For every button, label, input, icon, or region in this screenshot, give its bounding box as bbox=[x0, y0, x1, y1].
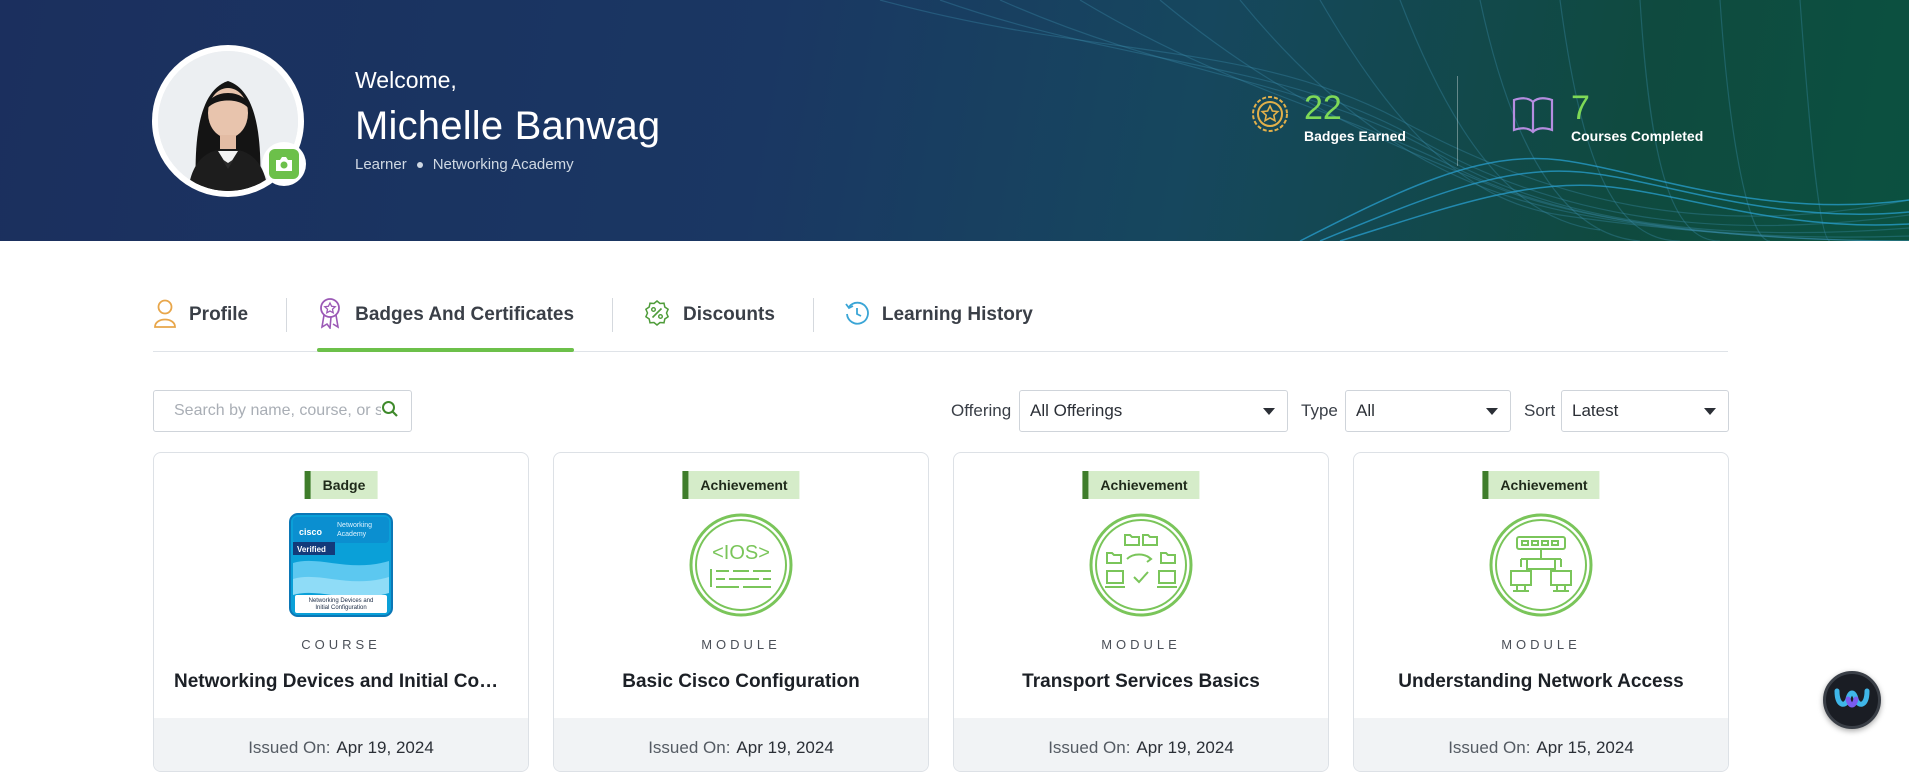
svg-text:Verified: Verified bbox=[297, 545, 326, 554]
issued-on-label: Issued On: bbox=[1448, 738, 1531, 757]
tab-divider bbox=[286, 298, 288, 332]
courses-completed-count: 7 bbox=[1571, 89, 1590, 127]
sort-value: Latest bbox=[1572, 401, 1619, 420]
webex-assistant-icon bbox=[1834, 685, 1870, 716]
user-org: Networking Academy bbox=[432, 156, 574, 173]
webex-assistant-button[interactable] bbox=[1823, 671, 1881, 729]
tab-badges-label: Badges And Certificates bbox=[355, 304, 575, 325]
user-name: Michelle Banwag bbox=[355, 104, 661, 148]
camera-icon bbox=[269, 149, 299, 179]
credential-tag: Achievement bbox=[1482, 471, 1600, 499]
course-badge-image: cisco Networking Academy Verified Networ… bbox=[289, 513, 393, 617]
issued-on: Issued On: Apr 15, 2024 bbox=[1354, 718, 1728, 771]
profile-tabs: Profile Badges And Certificates Discount… bbox=[153, 296, 1728, 352]
tab-badges-and-certificates[interactable]: Badges And Certificates bbox=[317, 296, 575, 352]
svg-text:Academy: Academy bbox=[337, 531, 367, 538]
badges-earned-count: 22 bbox=[1304, 89, 1342, 127]
user-role: Learner bbox=[355, 156, 407, 173]
issued-on-label: Issued On: bbox=[248, 738, 331, 757]
credential-type: MODULE bbox=[1101, 637, 1181, 652]
transport-icon bbox=[1089, 513, 1193, 617]
credential-card[interactable]: Badge cisco Networking Academy Verified … bbox=[153, 452, 529, 772]
tab-discounts[interactable]: Discounts bbox=[643, 296, 775, 334]
credential-card[interactable]: Achievement <IOS> MODULE Basic Cisco Con… bbox=[553, 452, 929, 772]
stat-badges-earned: 22 Badges Earned bbox=[1250, 90, 1406, 144]
ribbon-icon bbox=[317, 297, 343, 334]
svg-text:Networking: Networking bbox=[337, 522, 372, 529]
credential-type: MODULE bbox=[701, 637, 781, 652]
change-photo-button[interactable] bbox=[262, 142, 306, 186]
issued-on-date: Apr 15, 2024 bbox=[1536, 738, 1634, 757]
type-label: Type bbox=[1301, 401, 1338, 420]
svg-text:Networking Devices and: Networking Devices and bbox=[309, 598, 374, 604]
stat-courses-completed: 7 Courses Completed bbox=[1511, 90, 1703, 144]
tab-discounts-label: Discounts bbox=[683, 304, 775, 325]
award-icon bbox=[1250, 94, 1290, 139]
chevron-down-icon bbox=[1263, 407, 1275, 415]
badges-earned-label: Badges Earned bbox=[1304, 128, 1406, 144]
issued-on: Issued On: Apr 19, 2024 bbox=[154, 718, 528, 771]
discount-icon bbox=[643, 299, 671, 332]
user-meta: Learner Networking Academy bbox=[355, 156, 574, 173]
credential-card[interactable]: Achievement MODULE Transport Services Ba… bbox=[953, 452, 1329, 772]
credential-type: COURSE bbox=[301, 637, 381, 652]
sort-select[interactable]: Latest bbox=[1561, 390, 1729, 432]
credential-title: Networking Devices and Initial Configura… bbox=[174, 671, 528, 692]
tab-learning-history[interactable]: Learning History bbox=[844, 296, 1033, 334]
chevron-down-icon bbox=[1704, 407, 1716, 415]
issued-on-date: Apr 19, 2024 bbox=[336, 738, 434, 757]
credential-title: Basic Cisco Configuration bbox=[622, 671, 860, 692]
book-icon bbox=[1511, 94, 1555, 139]
network-access-icon bbox=[1489, 513, 1593, 617]
issued-on-label: Issued On: bbox=[1048, 738, 1131, 757]
credential-tag: Achievement bbox=[1082, 471, 1200, 499]
issued-on-label: Issued On: bbox=[648, 738, 731, 757]
separator-dot bbox=[416, 161, 423, 168]
sort-label: Sort bbox=[1524, 401, 1556, 420]
history-icon bbox=[844, 300, 870, 331]
issued-on-date: Apr 19, 2024 bbox=[1136, 738, 1234, 757]
ios-icon: <IOS> bbox=[689, 513, 793, 617]
stat-divider bbox=[1457, 76, 1458, 166]
offering-value: All Offerings bbox=[1030, 401, 1123, 420]
svg-text:Initial Configuration: Initial Configuration bbox=[315, 605, 366, 611]
type-select[interactable]: All bbox=[1345, 390, 1511, 432]
search-input[interactable] bbox=[174, 402, 381, 420]
chevron-down-icon bbox=[1486, 407, 1498, 415]
svg-text:<IOS>: <IOS> bbox=[712, 542, 770, 564]
svg-text:cisco: cisco bbox=[299, 527, 323, 537]
issued-on: Issued On: Apr 19, 2024 bbox=[554, 718, 928, 771]
person-icon bbox=[153, 298, 177, 333]
issued-on: Issued On: Apr 19, 2024 bbox=[954, 718, 1328, 771]
search-icon[interactable] bbox=[381, 400, 399, 423]
credential-title: Understanding Network Access bbox=[1398, 671, 1684, 692]
tab-divider bbox=[812, 298, 814, 332]
type-value: All bbox=[1356, 401, 1375, 420]
offering-select[interactable]: All Offerings bbox=[1019, 390, 1288, 432]
tab-profile[interactable]: Profile bbox=[153, 296, 248, 334]
credential-tag: Achievement bbox=[682, 471, 800, 499]
offering-label: Offering bbox=[951, 401, 1012, 420]
credential-type: MODULE bbox=[1501, 637, 1581, 652]
tab-divider bbox=[612, 298, 614, 332]
credential-title: Transport Services Basics bbox=[1022, 671, 1260, 692]
search-box[interactable] bbox=[153, 390, 412, 432]
issued-on-date: Apr 19, 2024 bbox=[736, 738, 834, 757]
welcome-text: Welcome, bbox=[355, 67, 457, 93]
tab-profile-label: Profile bbox=[189, 304, 249, 325]
credential-tag: Badge bbox=[304, 471, 378, 499]
courses-completed-label: Courses Completed bbox=[1571, 128, 1704, 144]
tab-learning-history-label: Learning History bbox=[881, 304, 1033, 325]
profile-header: Welcome, Michelle Banwag Learner Network… bbox=[0, 0, 1909, 241]
credential-card[interactable]: Achievement MODULE Understanding Network… bbox=[1353, 452, 1729, 772]
